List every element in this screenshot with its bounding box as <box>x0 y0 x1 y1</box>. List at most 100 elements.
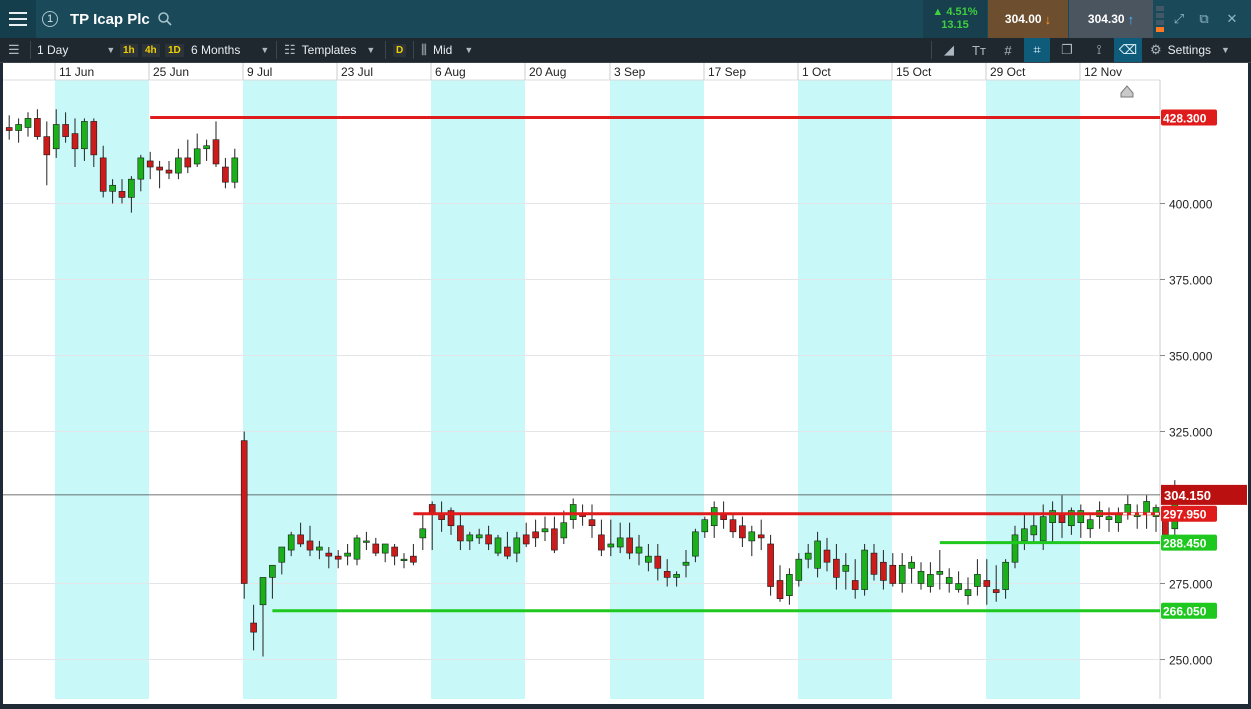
candle-body <box>1011 534 1019 563</box>
candle <box>541 516 549 541</box>
candle-body <box>391 546 398 557</box>
candle-body <box>795 558 803 581</box>
quick-interval-1h[interactable]: 1h <box>120 38 138 62</box>
text-tool-button[interactable]: Tт <box>968 38 990 62</box>
chart-area[interactable]: 11 Jun 25 Jun 9 Jul 23 Jul 6 Aug 20 Aug 3 Sep 1… <box>3 63 1248 704</box>
candle <box>757 519 765 551</box>
candle-body <box>513 537 521 554</box>
chart-list-button[interactable]: ☰ <box>8 38 20 62</box>
candle-body <box>757 534 765 539</box>
menu-button[interactable] <box>0 0 36 38</box>
candle <box>372 537 380 557</box>
templates-select[interactable]: ☷ Templates ▼ <box>284 38 375 62</box>
candle-body <box>870 552 878 575</box>
candle <box>212 121 220 168</box>
shaded-period <box>431 80 525 699</box>
layers-icon: ❐ <box>1061 42 1073 57</box>
indicator-button[interactable]: ⟟ <box>1088 38 1110 62</box>
arrow-up-icon: ↑ <box>1127 11 1135 27</box>
candle <box>964 577 972 605</box>
level-label: 428.300 <box>1163 111 1207 125</box>
candle-body <box>964 589 972 596</box>
candle-body <box>222 166 229 183</box>
candle-body <box>767 543 774 587</box>
price-type-select[interactable]: ⫼ Mid ▼ <box>421 38 473 62</box>
meter-segment <box>1155 27 1164 32</box>
x-tick-label: 1 Oct <box>802 65 831 79</box>
candle <box>729 513 737 538</box>
candle <box>560 510 568 544</box>
change-absolute: 13.15 <box>941 19 969 31</box>
candle-body <box>287 534 295 551</box>
candle <box>34 109 41 140</box>
quick-interval-1d[interactable]: 1D <box>165 38 184 62</box>
candle <box>400 553 408 569</box>
candle <box>222 157 229 189</box>
candle <box>15 118 22 143</box>
candle <box>974 559 981 596</box>
shaded-period <box>798 80 892 699</box>
search-button[interactable] <box>154 0 176 38</box>
candle-body <box>193 148 201 165</box>
candle-body <box>428 504 436 514</box>
shaded-period <box>986 80 1080 699</box>
instrument-title: TP Icap Plc <box>70 10 150 28</box>
crosshair-grid-icon: ⌗ <box>1033 42 1041 57</box>
interval-select[interactable]: 1 Day ▼ <box>37 38 115 62</box>
sell-price-button[interactable]: 304.00 ↓ <box>988 0 1068 38</box>
price-chart[interactable]: 11 Jun 25 Jun 9 Jul 23 Jul 6 Aug 20 Aug 3 Sep 1… <box>3 63 1248 704</box>
settings-button[interactable]: ⚙ Settings ▼ <box>1150 38 1230 62</box>
x-tick-label: 12 Nov <box>1084 65 1122 79</box>
popout-button[interactable]: ⧉ <box>1192 0 1216 38</box>
range-select[interactable]: 6 Months ▼ <box>191 38 269 62</box>
layers-button[interactable]: ❐ <box>1056 38 1078 62</box>
candle <box>231 148 239 189</box>
indicator-icon: ⟟ <box>1096 42 1102 57</box>
candle <box>193 133 201 168</box>
d-button[interactable]: D <box>393 38 407 62</box>
candle-body <box>701 519 709 533</box>
candle-body <box>81 121 88 150</box>
candle-body <box>1002 561 1009 590</box>
candle-body <box>475 534 483 539</box>
candle-body <box>851 580 859 590</box>
candle <box>344 543 351 566</box>
instrument-header: 1 TP Icap Plc ▲ 4.51% 13.15 304.00 ↓ 304… <box>0 0 1251 38</box>
gear-icon: ⚙ <box>1150 42 1162 57</box>
candle-body <box>861 549 868 590</box>
grid-button[interactable]: # <box>997 38 1019 62</box>
home-icon <box>1120 85 1134 98</box>
list-icon: ☰ <box>8 42 20 57</box>
candle <box>1086 513 1094 538</box>
expand-button[interactable]: ⤢ <box>1167 0 1191 38</box>
candle-body <box>898 564 906 584</box>
candle-body <box>974 574 981 587</box>
info-button[interactable]: 1 <box>38 0 62 38</box>
candle-body <box>1021 528 1028 542</box>
meter-segment <box>1155 13 1164 18</box>
candle-body <box>1124 504 1132 514</box>
candle-body <box>137 157 145 180</box>
candle-body <box>1039 516 1047 542</box>
candle-body <box>598 534 605 551</box>
x-tick-label: 17 Sep <box>708 65 746 79</box>
close-button[interactable]: ✕ <box>1220 0 1244 38</box>
meter-segment <box>1155 20 1164 25</box>
x-tick-label: 25 Jun <box>153 65 189 79</box>
templates-icon: ☷ <box>284 42 296 57</box>
candle-body <box>231 157 239 183</box>
candle-body <box>607 543 615 548</box>
interval-value: 1 Day <box>37 43 69 57</box>
tag-button[interactable]: ⌫ <box>1114 38 1142 62</box>
draw-line-button[interactable]: ◢ <box>938 38 960 62</box>
candle-body <box>128 178 135 198</box>
candle-body <box>504 546 511 557</box>
quick-interval-4h[interactable]: 4h <box>142 38 160 62</box>
crosshair-button[interactable]: ⌗ <box>1024 38 1050 62</box>
buy-price-button[interactable]: 304.30 ↑ <box>1069 0 1153 38</box>
candle-body <box>99 157 107 192</box>
candle <box>908 556 915 584</box>
candle <box>710 501 718 538</box>
candle-body <box>936 571 944 575</box>
arrow-down-icon: ↓ <box>1044 11 1052 27</box>
